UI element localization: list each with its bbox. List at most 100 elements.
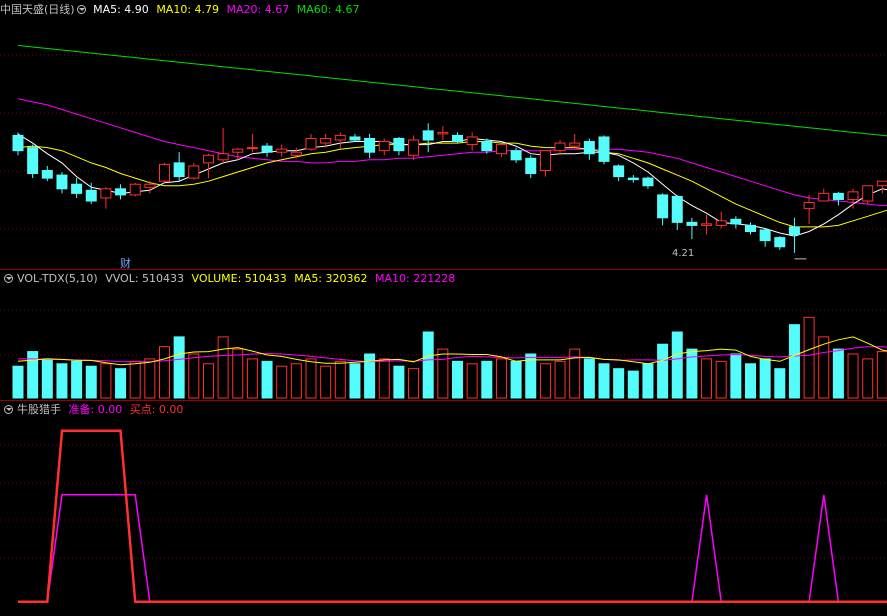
- candle-body: [715, 220, 727, 226]
- ma20-readout: MA20: 4.67: [226, 3, 290, 16]
- candle-body: [349, 136, 361, 141]
- volume-bar: [334, 360, 346, 399]
- indicator-menu-icon[interactable]: [4, 405, 13, 414]
- volume-bar: [598, 363, 610, 399]
- candle-body: [276, 148, 288, 153]
- volume-bar: [422, 331, 434, 399]
- candle-body: [202, 154, 214, 164]
- candle-body: [27, 147, 39, 175]
- candle-body: [12, 134, 24, 152]
- candle-body: [569, 142, 581, 147]
- volume-bar: [305, 358, 317, 399]
- price-panel-header: 中国天盛(日线) MA5: 4.90 MA10: 4.79 MA20: 4.67…: [0, 2, 363, 18]
- candle-body: [759, 229, 771, 242]
- volume-bar: [613, 368, 625, 399]
- indicator-menu-icon[interactable]: [76, 5, 86, 14]
- volume-bar: [554, 360, 566, 399]
- candle-body: [803, 202, 815, 210]
- volume-bar: [408, 368, 420, 399]
- buy-point-line: [18, 429, 887, 603]
- vol-ma5-readout: MA5: 320362: [294, 272, 368, 285]
- candle-body: [686, 221, 698, 226]
- candle-body: [818, 192, 830, 202]
- price-panel[interactable]: [12, 44, 887, 260]
- candle-body: [422, 130, 434, 141]
- volume-bar: [12, 365, 24, 399]
- candle-body: [832, 192, 844, 200]
- volume-bar: [320, 365, 332, 399]
- volume-bar: [56, 363, 68, 399]
- candle-body: [56, 174, 68, 190]
- volume-bar: [437, 348, 449, 399]
- volume-bar: [159, 346, 170, 399]
- volume-bar: [349, 363, 361, 399]
- candle-body: [217, 153, 229, 161]
- candle-body: [495, 144, 507, 155]
- candle-body: [730, 218, 742, 225]
- candle-body: [261, 145, 273, 153]
- signal-panel-title: 牛股猎手: [17, 403, 61, 416]
- volume-bar: [173, 336, 185, 399]
- candle-body: [100, 188, 112, 199]
- candle-body: [305, 137, 317, 150]
- indicator-menu-icon[interactable]: [4, 274, 13, 283]
- volume-bar: [657, 343, 669, 399]
- panel-separator-top: [0, 269, 887, 270]
- signal-panel-header: 牛股猎手 准备: 0.00 买点: 0.00: [0, 402, 187, 418]
- candle-body: [437, 131, 449, 135]
- volume-bar: [188, 353, 200, 399]
- candle-body: [525, 157, 537, 175]
- volume-bar: [41, 358, 53, 399]
- volume-bar: [378, 358, 390, 399]
- volume-bar: [217, 336, 229, 399]
- candle-body: [671, 195, 683, 223]
- finance-marker[interactable]: 财: [120, 255, 131, 271]
- prepare-readout: 准备: 0.00: [68, 403, 123, 416]
- volume-bar: [452, 360, 463, 399]
- ma10-readout: MA10: 4.79: [156, 3, 220, 16]
- ma5-readout: MA5: 4.90: [93, 3, 149, 16]
- candle-body: [466, 136, 478, 146]
- candle-body: [173, 162, 185, 178]
- candle-body: [847, 191, 859, 200]
- candle-body: [452, 134, 463, 143]
- volume-bar: [876, 351, 887, 399]
- volume-bar: [232, 348, 244, 399]
- candle-body: [334, 134, 346, 141]
- volume-bar: [115, 368, 127, 399]
- volume-bar: [393, 365, 405, 399]
- volume-bar: [730, 353, 742, 399]
- volume-panel[interactable]: [12, 316, 887, 399]
- candle-body: [159, 163, 170, 182]
- volume-bar: [261, 360, 273, 399]
- volume-bar: [100, 363, 112, 399]
- candle-body: [539, 150, 551, 172]
- candle-body: [481, 141, 493, 152]
- volume-panel-title: VOL-TDX(5,10): [17, 272, 98, 285]
- candle-body: [246, 147, 258, 150]
- candle-body: [144, 183, 156, 188]
- ma60-readout: MA60: 4.67: [296, 3, 360, 16]
- price-panel-title: 中国天盛(日线): [0, 3, 75, 16]
- candle-body: [613, 165, 625, 178]
- signal-panel[interactable]: [18, 429, 887, 603]
- volume-bar: [832, 348, 844, 399]
- volume-readout: VOLUME: 510433: [191, 272, 287, 285]
- candle-body: [598, 136, 610, 162]
- candle-body: [71, 183, 83, 194]
- volume-bar: [642, 363, 654, 399]
- volume-bar: [539, 363, 551, 399]
- volume-bar: [627, 370, 639, 399]
- volume-bar: [862, 358, 874, 399]
- candle-body: [232, 148, 244, 153]
- candle-body: [554, 142, 566, 152]
- candle-body: [862, 185, 874, 202]
- volume-bar: [85, 365, 97, 399]
- volume-bar: [803, 316, 815, 399]
- kline-chart[interactable]: [0, 0, 887, 616]
- candle-body: [876, 180, 887, 187]
- volume-bar: [290, 363, 302, 399]
- volume-bar: [466, 363, 478, 399]
- volume-bar: [202, 363, 214, 399]
- volume-bar: [510, 360, 522, 399]
